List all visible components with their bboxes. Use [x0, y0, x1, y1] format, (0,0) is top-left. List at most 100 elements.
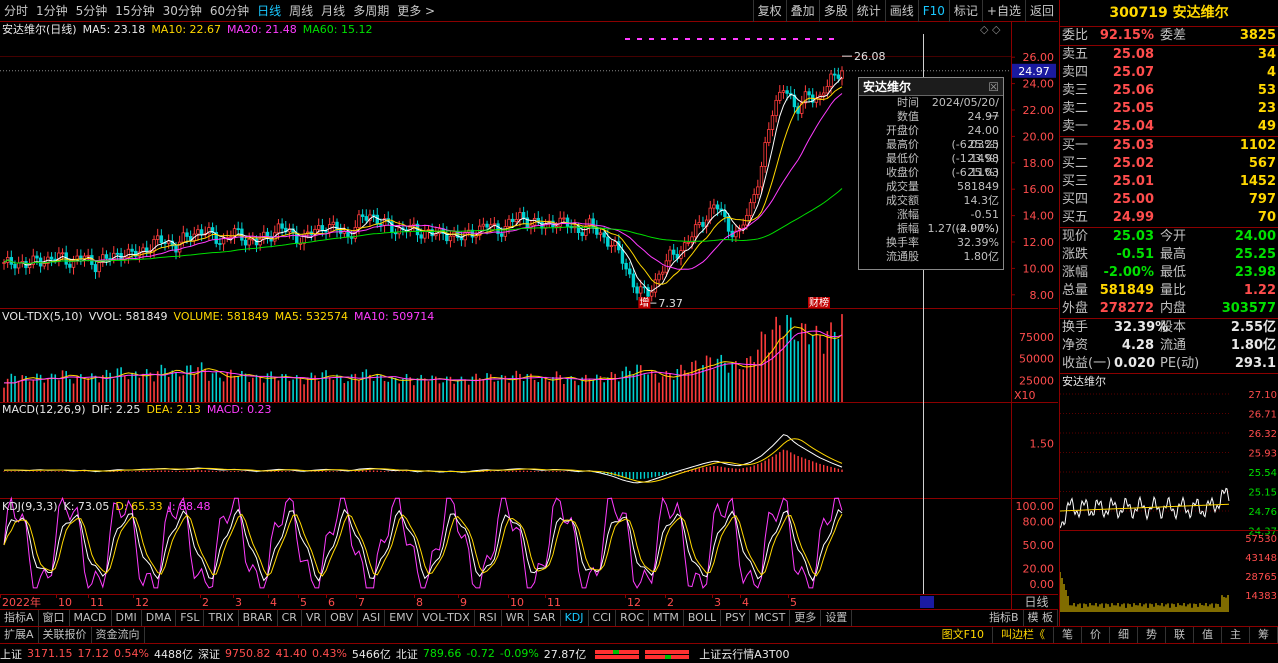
indicator-tab[interactable]: DMA: [142, 610, 177, 626]
sell-level-row[interactable]: 卖二 25.05 23: [1060, 100, 1278, 118]
period-tab-more[interactable]: 更多 >: [393, 0, 439, 22]
candle-body: [499, 233, 504, 237]
tooltip-key: 涨幅: [897, 208, 919, 221]
indicator-tab[interactable]: VOL-TDX: [418, 610, 475, 626]
ext-tab[interactable]: 资金流向: [92, 627, 145, 643]
indicator-tab[interactable]: WR: [502, 610, 530, 626]
date-axis-label: 12: [135, 596, 149, 609]
indicator-tab[interactable]: PSY: [721, 610, 751, 626]
period-tab-60min[interactable]: 60分钟: [206, 0, 253, 22]
indicator-tab[interactable]: KDJ: [561, 610, 589, 626]
add-watchlist-button[interactable]: +自选: [981, 0, 1025, 22]
candle-body: [807, 91, 811, 96]
indicator-tab[interactable]: 指标A: [0, 610, 39, 626]
sell-level-row[interactable]: 卖五 25.08 34: [1060, 46, 1278, 64]
period-tab-fenshi[interactable]: 分时: [0, 0, 32, 22]
side-tab[interactable]: 主: [1222, 627, 1250, 643]
candle-body: [397, 227, 401, 235]
indicator-tab[interactable]: MTM: [649, 610, 684, 626]
period-tab-30min[interactable]: 30分钟: [159, 0, 206, 22]
fund-key: PE(动): [1160, 356, 1200, 371]
sz-index[interactable]: 9750.82: [225, 647, 271, 660]
indicator-b-tab[interactable]: 模 板: [1024, 610, 1058, 626]
overlay-button[interactable]: 叠加: [785, 0, 819, 22]
period-tab-daily[interactable]: 日线: [253, 0, 285, 22]
indicator-tab[interactable]: OBV: [326, 610, 359, 626]
tooltip-row: 最高价 25.25 (-1.14%): [859, 138, 1003, 165]
indicator-tab[interactable]: CCI: [589, 610, 617, 626]
ext-tab[interactable]: 关联报价: [39, 627, 92, 643]
period-tab-15min[interactable]: 15分钟: [111, 0, 158, 22]
period-tab-1min[interactable]: 1分钟: [32, 0, 72, 22]
buy-level-row[interactable]: 买三 25.01 1452: [1060, 173, 1278, 191]
indicator-tab[interactable]: CR: [278, 610, 302, 626]
indicator-tab[interactable]: ROC: [616, 610, 650, 626]
candle-body: [624, 262, 628, 270]
buy-level-row[interactable]: 买五 24.99 70: [1060, 209, 1278, 227]
tooltip-row: 成交额 14.3亿: [859, 194, 1003, 208]
date-axis-label: 2: [202, 596, 209, 609]
indicator-tab[interactable]: VR: [302, 610, 327, 626]
indicator-tab[interactable]: 设置: [821, 610, 853, 626]
side-tab[interactable]: 价: [1082, 627, 1110, 643]
indicator-tab[interactable]: BOLL: [684, 610, 722, 626]
fund-value: 1.80亿: [1230, 338, 1276, 353]
candle-body: [375, 214, 379, 225]
statistics-button[interactable]: 统计: [851, 0, 885, 22]
period-tab-5min[interactable]: 5分钟: [72, 0, 112, 22]
multi-stock-button[interactable]: 多股: [818, 0, 852, 22]
sell-level-row[interactable]: 卖一 25.04 49: [1060, 118, 1278, 136]
data-tooltip-window[interactable]: 安达维尔 ☒ 时间 2024/05/20/一 数值 24.97 开盘价 24.00 (-6.…: [858, 77, 1004, 270]
indicator-tab[interactable]: TRIX: [204, 610, 239, 626]
indicator-tab[interactable]: 窗口: [39, 610, 70, 626]
bz-index[interactable]: 789.66: [423, 647, 462, 660]
level-volume: 1452: [1239, 174, 1276, 189]
side-tab[interactable]: 值: [1194, 627, 1222, 643]
indicator-tab[interactable]: BRAR: [239, 610, 278, 626]
sell-level-row[interactable]: 卖四 25.07 4: [1060, 64, 1278, 82]
mark-button[interactable]: 标记: [948, 0, 982, 22]
fuquan-button[interactable]: 复权: [752, 0, 786, 22]
indicator-tab[interactable]: MACD: [70, 610, 112, 626]
indicator-tab[interactable]: MCST: [750, 610, 791, 626]
stat-value: 581849: [1099, 283, 1154, 298]
fund-value: 293.1: [1234, 356, 1276, 371]
indicator-b-tab[interactable]: 指标B: [985, 610, 1024, 626]
buy-level-row[interactable]: 买四 25.00 797: [1060, 191, 1278, 209]
buy-level-row[interactable]: 买二 25.02 567: [1060, 155, 1278, 173]
side-tab[interactable]: 图文F10: [934, 627, 993, 643]
indicator-tab[interactable]: 更多: [790, 610, 822, 626]
date-axis-label: 2022年: [2, 595, 41, 609]
side-tab[interactable]: 筹: [1250, 627, 1278, 643]
draw-line-button[interactable]: 画线: [884, 0, 918, 22]
indicator-tab[interactable]: SAR: [529, 610, 561, 626]
back-button[interactable]: 返回: [1024, 0, 1058, 22]
side-tab[interactable]: 势: [1138, 627, 1166, 643]
close-icon[interactable]: ☒: [988, 78, 999, 96]
f10-button[interactable]: F10: [917, 0, 949, 22]
intraday-mini-chart[interactable]: 27.1026.7126.3225.9325.5425.1524.7624.37…: [1059, 390, 1278, 616]
indicator-tab[interactable]: EMV: [385, 610, 419, 626]
tooltip-value: 32.39%: [957, 236, 999, 249]
candle-body: [49, 256, 54, 260]
chart-settings-icon[interactable]: ◇ ◇: [980, 23, 1000, 36]
sh-index[interactable]: 3171.15: [27, 647, 73, 660]
side-tab[interactable]: 联: [1166, 627, 1194, 643]
period-tab-multi[interactable]: 多周期: [349, 0, 393, 22]
ext-tab[interactable]: 扩展A: [0, 627, 39, 643]
level-price: 25.00: [1112, 192, 1154, 207]
period-tab-weekly[interactable]: 周线: [285, 0, 317, 22]
period-tab-monthly[interactable]: 月线: [317, 0, 349, 22]
side-tab[interactable]: 细: [1110, 627, 1138, 643]
indicator-tab[interactable]: ASI: [358, 610, 386, 626]
tooltip-key: 收盘价: [886, 166, 919, 179]
side-tab[interactable]: 笔: [1054, 627, 1082, 643]
indicator-tab[interactable]: RSI: [475, 610, 502, 626]
sell-level-row[interactable]: 卖三 25.06 53: [1060, 82, 1278, 100]
tooltip-row: 换手率 32.39%: [859, 236, 1003, 250]
weicha-value: 3825: [1239, 28, 1276, 43]
indicator-tab[interactable]: FSL: [176, 610, 205, 626]
indicator-tab[interactable]: DMI: [112, 610, 142, 626]
buy-level-row[interactable]: 买一 25.03 1102: [1060, 137, 1278, 155]
side-tab[interactable]: 叫边栏《: [993, 627, 1054, 643]
